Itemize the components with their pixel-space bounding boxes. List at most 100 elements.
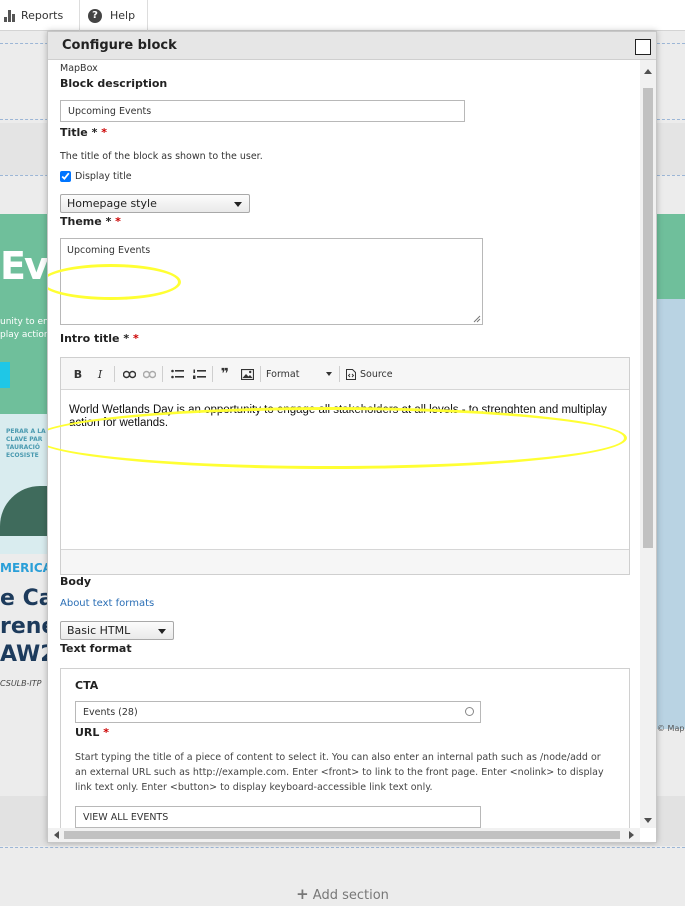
toolbar-separator — [162, 366, 163, 382]
title-help: The title of the block as shown to the u… — [60, 151, 263, 162]
numbered-list-button[interactable] — [191, 367, 207, 381]
body-editor: B I ❞ Format Source World Wetlands Day i… — [60, 357, 630, 575]
blockquote-button[interactable]: ❞ — [217, 366, 233, 382]
unlink-button[interactable] — [141, 367, 157, 381]
url-autocomplete-input[interactable]: Events (28) — [75, 701, 481, 723]
theme-label: Theme * * — [60, 215, 121, 228]
link-button[interactable] — [121, 367, 137, 381]
add-section-label: Add section — [312, 888, 389, 903]
horizontal-scroll-thumb[interactable] — [64, 831, 620, 839]
editor-content[interactable]: World Wetlands Day is an opportunity to … — [69, 404, 609, 430]
resize-grip-icon[interactable] — [473, 315, 481, 323]
text-format-select[interactable]: Basic HTML — [60, 621, 174, 640]
image-icon — [240, 368, 254, 380]
map-area[interactable] — [657, 299, 685, 729]
vertical-scroll-thumb[interactable] — [643, 88, 653, 548]
hero-button[interactable] — [0, 362, 10, 388]
help-icon: ? — [88, 8, 102, 23]
theme-select-value: Homepage style — [67, 197, 157, 210]
title-label: Title * * — [60, 126, 107, 139]
display-title-row: Display title — [60, 171, 132, 182]
toolbar-reports[interactable]: Reports — [0, 0, 80, 31]
hero-banner: Eve unity to en play action — [0, 214, 48, 414]
vertical-scrollbar[interactable] — [640, 60, 656, 828]
chevron-down-icon — [158, 629, 166, 634]
chevron-down-icon — [234, 202, 242, 207]
cta-fieldset: CTA Events (28) URL * Start typing the t… — [60, 668, 630, 828]
editor-status-bar — [61, 549, 629, 574]
intro-title-value: Upcoming Events — [67, 245, 151, 256]
numbered-list-icon — [192, 369, 206, 379]
display-title-checkbox[interactable] — [60, 171, 71, 182]
toolbar-separator — [114, 366, 115, 382]
poster-line: ECOSISTE — [6, 452, 39, 459]
url-help: Start typing the title of a piece of con… — [75, 750, 620, 795]
bulleted-list-button[interactable] — [169, 367, 185, 381]
add-section-button[interactable]: + Add section — [0, 885, 685, 903]
theme-label-text: Theme — [60, 215, 102, 228]
scroll-left-icon[interactable] — [54, 831, 59, 839]
close-icon[interactable] — [635, 39, 651, 55]
toolbar-help[interactable]: ? Help — [80, 0, 148, 31]
required-mark: * — [91, 126, 102, 139]
italic-button[interactable]: I — [93, 367, 107, 381]
region-label: MERICA — [0, 561, 52, 575]
chevron-down-icon — [326, 372, 332, 376]
hero-heading: Eve — [0, 244, 48, 288]
source-button[interactable]: Source — [346, 367, 396, 381]
dialog-titlebar: Configure block — [48, 32, 656, 60]
about-text-formats-link[interactable]: About text formats — [60, 598, 154, 609]
source-icon — [346, 368, 356, 380]
link-icon — [122, 370, 136, 378]
unlink-icon — [142, 370, 156, 378]
blockquote-icon: ❞ — [220, 366, 230, 382]
toolbar-separator — [339, 366, 340, 382]
required-asterisk: * — [132, 332, 139, 345]
poster-line: CLAVE PAR — [6, 436, 43, 443]
poster-line: PERAR A LA — [6, 428, 46, 435]
bulleted-list-icon — [170, 369, 184, 378]
plus-icon: + — [296, 885, 309, 903]
admin-toolbar: Reports ? Help — [0, 0, 685, 31]
poster-image: PERAR A LA CLAVE PAR TAURACIÓ ECOSISTE — [0, 414, 48, 554]
required-asterisk: * — [101, 126, 107, 139]
hero-text-line: play action — [0, 330, 48, 340]
map-credit: © Map — [657, 724, 685, 733]
bold-button[interactable]: B — [71, 367, 85, 381]
autocomplete-throbber-icon — [465, 707, 474, 716]
body-label: Body — [60, 575, 91, 588]
cta-legend: CTA — [75, 679, 99, 692]
title-label-text: Title — [60, 126, 88, 139]
scroll-down-icon[interactable] — [644, 818, 652, 823]
scroll-right-icon[interactable] — [629, 831, 634, 839]
title-input[interactable]: Upcoming Events — [60, 100, 465, 122]
configure-block-dialog: Configure block MapBox Block description… — [47, 31, 657, 843]
required-asterisk: * — [103, 726, 110, 739]
intro-title-textarea[interactable]: Upcoming Events — [60, 238, 483, 325]
url-label: URL * — [75, 726, 109, 739]
theme-select[interactable]: Homepage style — [60, 194, 250, 213]
block-type: MapBox — [60, 63, 98, 74]
dialog-title: Configure block — [62, 38, 177, 53]
required-asterisk: * — [115, 215, 121, 228]
poster-text: PERAR A LA CLAVE PAR TAURACIÓ ECOSISTE — [6, 428, 46, 460]
link-text-input[interactable]: VIEW ALL EVENTS — [75, 806, 481, 828]
image-button[interactable] — [239, 367, 255, 381]
poster-wave — [0, 486, 48, 536]
editor-toolbar: B I ❞ Format Source — [61, 358, 629, 390]
url-input-value: Events (28) — [83, 706, 138, 718]
toolbar-reports-label: Reports — [21, 9, 64, 22]
section-divider — [0, 847, 685, 848]
horizontal-scrollbar[interactable] — [48, 828, 640, 842]
poster-line: TAURACIÓ — [6, 444, 40, 451]
format-dropdown[interactable]: Format — [266, 367, 332, 381]
source-label: Source — [360, 368, 393, 380]
scroll-up-icon[interactable] — [644, 69, 652, 74]
url-label-text: URL — [75, 726, 100, 739]
url-help-line: an external URL such as http://example.c… — [75, 767, 604, 778]
text-format-label: Text format — [60, 642, 132, 655]
url-help-line: link text only. Enter <button> to displa… — [75, 782, 433, 793]
format-dropdown-label: Format — [266, 368, 300, 380]
intro-title-label-text: Intro title — [60, 332, 120, 345]
required-mark: * — [123, 332, 133, 345]
